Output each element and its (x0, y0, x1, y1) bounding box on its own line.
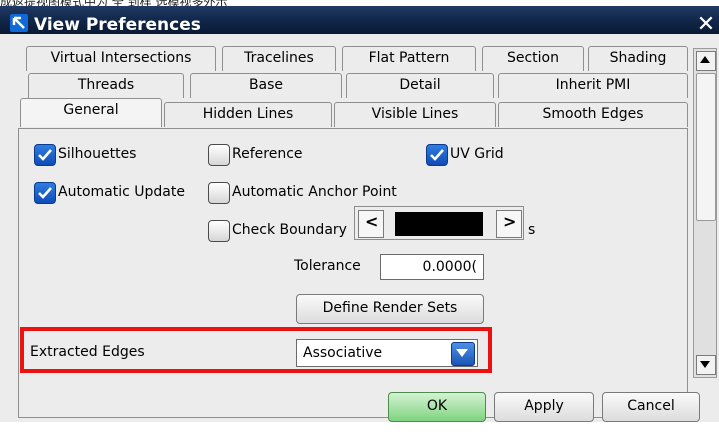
extracted-edges-dropdown[interactable]: Associative (296, 339, 478, 367)
automatic-update-checkbox[interactable] (34, 182, 56, 204)
tab-threads[interactable]: Threads (28, 73, 184, 98)
define-render-sets-button[interactable]: Define Render Sets (296, 294, 484, 324)
tolerance-input[interactable]: 0.0000( (380, 254, 484, 280)
checkmark-icon (38, 149, 52, 161)
apply-button[interactable]: Apply (494, 392, 594, 422)
tab-shading[interactable]: Shading (588, 46, 688, 71)
footer-strip (0, 422, 719, 446)
silhouettes-label: Silhouettes (58, 146, 137, 162)
scroll-down-icon[interactable] (696, 355, 716, 375)
floating-navigator[interactable]: < > (354, 206, 524, 240)
arrow-left-glyph: < (365, 212, 379, 231)
ok-button[interactable]: OK (388, 392, 486, 422)
arrow-right-icon[interactable]: > (496, 210, 522, 238)
tab-hidden-lines[interactable]: Hidden Lines (164, 102, 332, 127)
uv-grid-checkbox[interactable] (426, 144, 448, 166)
extracted-edges-value: Associative (303, 345, 383, 361)
scroll-up-icon[interactable] (696, 51, 716, 71)
tab-visible-lines[interactable]: Visible Lines (334, 102, 496, 127)
tab-virtual-intersections[interactable]: Virtual Intersections (26, 46, 216, 71)
navigator-display (395, 212, 483, 236)
arrow-left-icon[interactable]: < (358, 210, 384, 238)
checkmark-icon (38, 187, 52, 199)
tab-base[interactable]: Base (190, 73, 342, 98)
tab-section[interactable]: Section (482, 46, 584, 71)
close-icon[interactable]: ✕ (695, 14, 717, 36)
automatic-update-label: Automatic Update (58, 184, 185, 200)
chevron-down-icon[interactable] (451, 342, 475, 366)
tab-general[interactable]: General (20, 98, 162, 127)
silhouettes-checkbox[interactable] (34, 144, 56, 166)
reference-label: Reference (232, 146, 303, 162)
tab-smooth-edges[interactable]: Smooth Edges (498, 102, 688, 127)
check-boundary-checkbox[interactable] (208, 220, 230, 242)
check-boundary-label: Check Boundary (232, 222, 347, 238)
checkmark-icon (430, 149, 444, 161)
window-title: View Preferences (34, 15, 201, 35)
partial-hidden-label: s (528, 222, 536, 238)
tab-tracelines[interactable]: Tracelines (222, 46, 336, 71)
arrow-right-glyph: > (503, 212, 517, 231)
extracted-edges-label: Extracted Edges (30, 344, 145, 360)
cancel-button[interactable]: Cancel (602, 392, 700, 422)
title-bar[interactable]: View Preferences ✕ (0, 6, 719, 36)
scrollbar-thumb[interactable] (696, 73, 716, 221)
tab-flat-pattern[interactable]: Flat Pattern (342, 46, 476, 71)
automatic-anchor-point-checkbox[interactable] (208, 182, 230, 204)
reference-checkbox[interactable] (208, 144, 230, 166)
tab-inherit-pmi[interactable]: Inherit PMI (498, 73, 688, 98)
tab-detail[interactable]: Detail (346, 73, 494, 98)
automatic-anchor-point-label: Automatic Anchor Point (232, 184, 397, 200)
app-icon (10, 14, 28, 32)
vertical-scrollbar[interactable] (693, 48, 717, 378)
tolerance-label: Tolerance (294, 258, 361, 274)
uv-grid-label: UV Grid (450, 146, 504, 162)
